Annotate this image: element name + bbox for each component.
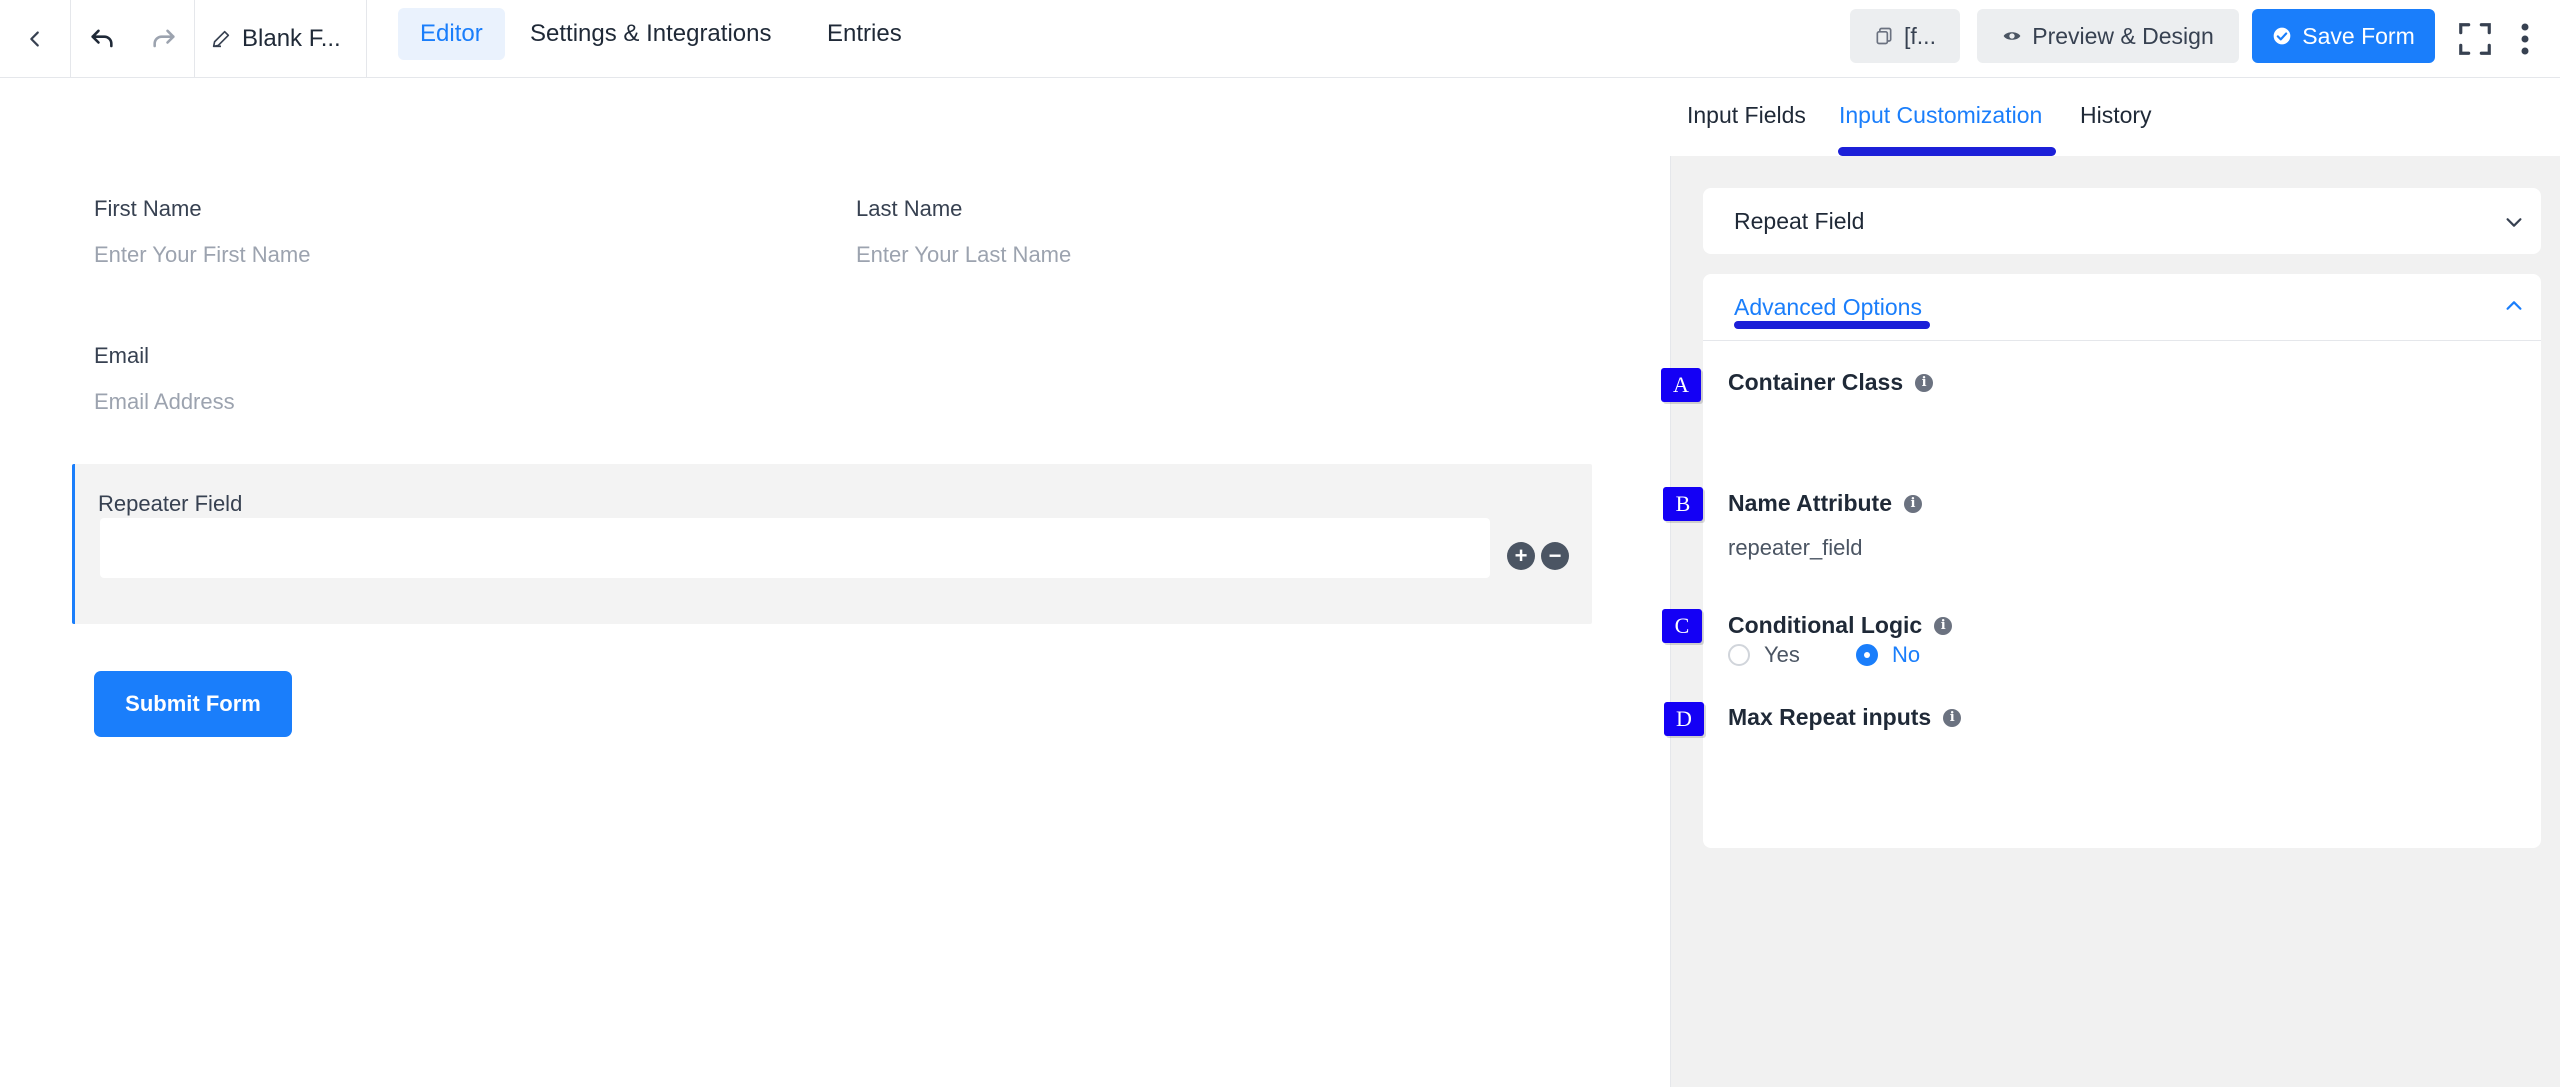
toolbar-divider (194, 0, 195, 78)
email-input[interactable]: Email Address (94, 389, 235, 415)
undo-icon (91, 29, 113, 48)
container-class-text: Container Class (1728, 369, 1904, 395)
save-form-label: Save Form (2302, 22, 2415, 49)
advanced-options-title[interactable]: Advanced Options (1734, 294, 1922, 321)
radio-no-label: No (1892, 642, 1921, 667)
active-tab-underline (1838, 147, 2056, 156)
email-label: Email (94, 343, 150, 368)
copy-icon (1876, 27, 1892, 45)
pencil-icon (212, 30, 230, 48)
annotation-badge-a: A (1661, 368, 1701, 402)
radio-checked-icon (1856, 644, 1878, 666)
info-icon[interactable]: i (1904, 494, 1922, 513)
minus-icon: − (1548, 543, 1562, 568)
info-icon[interactable]: i (1943, 708, 1962, 727)
preview-design-button[interactable]: Preview & Design (1977, 9, 2239, 63)
repeat-field-section[interactable]: Repeat Field (1703, 188, 2541, 254)
sidebar-tabs: Input Fields Input Customization History (1670, 78, 2560, 156)
annotation-badge-c: C (1662, 609, 1702, 643)
save-form-button[interactable]: Save Form (2252, 9, 2435, 63)
toolbar-divider (366, 0, 367, 78)
chevron-down-icon (2506, 218, 2522, 227)
annotation-badge-b: B (1663, 487, 1703, 521)
tab-entries[interactable]: Entries (805, 8, 924, 60)
first-name-input[interactable]: Enter Your First Name (94, 242, 310, 268)
advanced-options-section: Advanced Options (1703, 274, 2541, 848)
form-title-edit[interactable]: Blank F... (210, 0, 341, 78)
redo-button[interactable] (133, 0, 195, 78)
top-toolbar: Blank F... Editor Settings & Integration… (0, 0, 2560, 78)
tab-settings-integrations[interactable]: Settings & Integrations (508, 8, 793, 60)
radio-unchecked-icon (1728, 644, 1750, 666)
preview-design-label: Preview & Design (2032, 22, 2214, 49)
fullscreen-button[interactable] (2450, 0, 2500, 78)
chevron-up-icon[interactable] (2503, 295, 2525, 317)
tab-editor[interactable]: Editor (398, 8, 505, 60)
back-button[interactable] (0, 0, 70, 78)
info-icon[interactable]: i (1915, 373, 1934, 392)
container-class-label: Container Class i (1728, 369, 1934, 396)
conditional-logic-no-radio[interactable]: No (1856, 642, 1920, 668)
name-attribute-label: Name Attribute i (1728, 490, 1922, 517)
section-divider (1703, 340, 2541, 341)
repeat-field-title: Repeat Field (1734, 208, 1865, 234)
chevron-left-icon (30, 31, 39, 47)
conditional-logic-yes-radio[interactable]: Yes (1728, 642, 1800, 668)
repeater-input[interactable] (100, 518, 1490, 578)
last-name-label: Last Name (856, 196, 963, 221)
conditional-logic-text: Conditional Logic (1728, 612, 1923, 638)
info-icon[interactable]: i (1934, 616, 1953, 635)
add-row-button[interactable]: + (1507, 542, 1535, 570)
tab-input-fields[interactable]: Input Fields (1687, 102, 1806, 129)
eye-icon (2003, 32, 2021, 40)
radio-yes-label: Yes (1764, 642, 1800, 667)
shortcode-button[interactable]: [f... (1850, 9, 1960, 63)
conditional-logic-label: Conditional Logic i (1728, 612, 1953, 639)
undo-button[interactable] (71, 0, 133, 78)
redo-icon (153, 29, 175, 48)
annotation-badge-d: D (1664, 702, 1704, 736)
tab-history[interactable]: History (2080, 102, 2152, 129)
annotation-underline (1734, 321, 1930, 329)
plus-icon: + (1514, 543, 1528, 568)
name-attribute-input[interactable]: repeater_field (1728, 535, 1863, 561)
shortcode-label: [f... (1904, 22, 1936, 49)
last-name-input[interactable]: Enter Your Last Name (856, 242, 1071, 268)
tab-input-customization[interactable]: Input Customization (1839, 102, 2042, 129)
remove-row-button[interactable]: − (1541, 542, 1569, 570)
submit-form-button[interactable]: Submit Form (94, 671, 292, 737)
max-repeat-text: Max Repeat inputs (1728, 704, 1932, 730)
repeater-field-label: Repeater Field (98, 491, 243, 516)
first-name-label: First Name (94, 196, 202, 221)
more-vertical-icon (2521, 23, 2529, 55)
form-title: Blank F... (242, 25, 341, 52)
name-attribute-text: Name Attribute (1728, 490, 1892, 516)
max-repeat-label: Max Repeat inputs i (1728, 704, 1962, 731)
more-menu-button[interactable] (2505, 0, 2545, 78)
check-circle-icon (2273, 27, 2291, 45)
fullscreen-icon (2459, 23, 2491, 55)
